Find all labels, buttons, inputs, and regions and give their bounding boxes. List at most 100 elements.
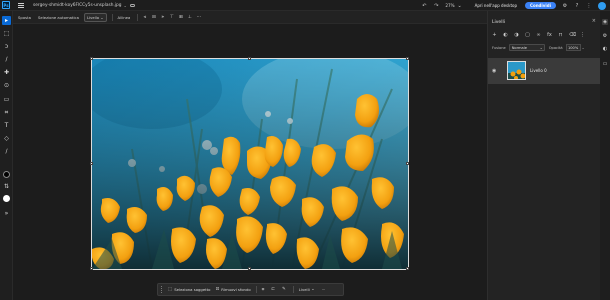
options-bar: Sposta Selezione automatica Livello ⌄ Al…	[13, 11, 487, 24]
foreground-color-swatch[interactable]	[3, 171, 10, 178]
auto-select-option[interactable]: Selezione automatica	[36, 14, 81, 21]
divider	[255, 286, 257, 293]
lock-icon[interactable]: ⊓	[558, 32, 563, 38]
select-subject-label: Seleziona soggetto	[174, 287, 211, 292]
divider	[292, 286, 294, 293]
layer-row[interactable]: ◉ Livello 0	[488, 58, 600, 84]
contextual-task-bar: ⬚ Seleziona soggetto ⊡ Rimuovi sfondo ⌗ ⊏ …	[157, 283, 344, 296]
type-icon[interactable]: T	[2, 121, 11, 130]
transform-handle[interactable]	[406, 57, 409, 60]
properties-icon[interactable]: ⚙	[602, 33, 608, 39]
photoshop-logo[interactable]: Ps	[2, 1, 10, 9]
redo-icon[interactable]: ↷	[433, 3, 439, 9]
group-icon[interactable]: ▢	[525, 32, 530, 38]
transform-handle[interactable]	[90, 267, 93, 270]
opacity-label: Opacità	[548, 45, 563, 50]
shape-icon[interactable]: ◇	[2, 134, 11, 143]
adjustment-layer-icon[interactable]: ◑	[514, 32, 519, 38]
move-option[interactable]: Sposta	[16, 14, 33, 21]
eyedropper-icon[interactable]: ∕	[2, 147, 11, 156]
align-option[interactable]: Allinea	[116, 14, 133, 21]
share-button[interactable]: Condividi	[525, 2, 556, 9]
layer-name[interactable]: Livello 0	[530, 68, 547, 73]
transform-button[interactable]: ⌗	[262, 287, 267, 293]
remove-background-button[interactable]: ⊡ Rimuovi sfondo	[215, 287, 250, 292]
zoom-level[interactable]: 27%	[445, 3, 454, 8]
cloud-icon	[129, 3, 135, 7]
top-right-controls: ↶ ↷ 27% ⌄ Apri nell'app desktop Condivid…	[421, 0, 610, 11]
canvas-area	[13, 24, 487, 300]
crop-icon: ⊏	[271, 287, 276, 292]
chevron-down-icon: ⌄	[310, 287, 315, 292]
divider	[137, 13, 139, 21]
link-icon[interactable]: ∞	[536, 32, 541, 38]
layers-panel: Livelli × + ◐ ◑ ▢ ∞ fx ⊓ ⌫ ⋮ Fusione Nor…	[487, 11, 600, 300]
menu-icon[interactable]	[18, 2, 24, 8]
crop-button[interactable]: ⊏	[271, 287, 277, 292]
remove-background-icon: ⊡	[215, 287, 220, 292]
effects-icon[interactable]: fx	[547, 32, 552, 38]
visibility-icon[interactable]: ◉	[492, 68, 496, 74]
blend-mode-select[interactable]: Normale ⌄	[508, 44, 545, 51]
more-options-icon[interactable]: ···	[196, 15, 201, 20]
chevron-down-icon[interactable]: ⌄	[582, 46, 585, 50]
transform-handle[interactable]	[406, 267, 409, 270]
eraser-icon[interactable]: ▭	[2, 95, 11, 104]
more-icon[interactable]: ⋮	[580, 32, 585, 38]
adjustments-icon[interactable]: ◐	[602, 46, 608, 52]
more-tools-icon[interactable]: »	[2, 209, 11, 218]
blend-label: Fusione	[492, 45, 506, 50]
open-desktop-button[interactable]: Apri nell'app desktop	[475, 3, 517, 8]
generative-fill-button[interactable]: ✎	[282, 287, 288, 292]
align-left-icon[interactable]: ⫷	[142, 14, 147, 20]
close-icon[interactable]: ×	[592, 18, 596, 24]
clone-icon[interactable]: ⊙	[2, 81, 11, 90]
heal-icon[interactable]: ✚	[2, 68, 11, 77]
document-image[interactable]	[91, 58, 409, 270]
align-middle-icon[interactable]: ⊞	[178, 15, 183, 20]
transform-handle[interactable]	[248, 267, 251, 270]
move-icon[interactable]: ▸	[2, 16, 11, 25]
select-icon[interactable]: ⬚	[2, 29, 11, 38]
align-right-icon[interactable]: ⫸	[160, 14, 165, 20]
apps-grid-icon[interactable]: ⋮	[586, 3, 592, 9]
comments-icon[interactable]: ▭	[602, 61, 608, 67]
transform-handle[interactable]	[406, 162, 409, 165]
settings-icon[interactable]: ⚙	[562, 3, 568, 9]
select-subject-button[interactable]: ⬚ Seleziona soggetto	[168, 287, 210, 292]
blend-mode-value: Normale	[511, 45, 527, 50]
chevron-down-icon[interactable]: ⌄	[457, 3, 463, 9]
background-color-swatch[interactable]	[3, 195, 10, 202]
align-bottom-icon[interactable]: ⊥	[187, 15, 192, 20]
layer-dropdown[interactable]: Livello ⌄	[83, 12, 107, 22]
swap-colors-icon[interactable]: ⇅	[2, 182, 11, 191]
avatar[interactable]	[598, 1, 606, 10]
generative-fill-icon: ✎	[282, 287, 286, 292]
align-center-icon[interactable]: ⊟	[151, 15, 156, 20]
opacity-input[interactable]: 100%	[565, 44, 581, 51]
brush-icon[interactable]: ∕	[2, 55, 11, 64]
layer-actions: + ◐ ◑ ▢ ∞ fx ⊓ ⌫ ⋮	[492, 32, 591, 38]
help-icon[interactable]: ?	[574, 3, 580, 9]
layer-dropdown-label: Livello	[86, 14, 100, 20]
transform-handle[interactable]	[248, 57, 251, 60]
document-title[interactable]: sergey-shmidt-koy6FlCCy5s-unsplash.jpg	[33, 3, 121, 8]
add-layer-icon[interactable]: +	[492, 32, 497, 38]
layers-icon[interactable]: ◈	[602, 19, 608, 25]
more-button[interactable]: ···	[322, 287, 326, 292]
chevron-down-icon[interactable]: ⌄	[123, 3, 126, 8]
layer-mask-icon[interactable]: ◐	[503, 32, 508, 38]
adjustments-button[interactable]: Livelli ⌄	[299, 287, 317, 292]
delete-icon[interactable]: ⌫	[569, 32, 576, 38]
flower-photo	[92, 59, 408, 269]
undo-icon[interactable]: ↶	[421, 3, 427, 9]
transform-handle[interactable]	[90, 162, 93, 165]
chevron-down-icon: ⌄	[539, 45, 543, 50]
align-top-icon[interactable]: ⊤	[169, 15, 174, 20]
blend-controls: Fusione Normale ⌄ Opacità 100% ⌄	[492, 44, 585, 51]
drag-handle[interactable]	[161, 286, 163, 293]
transform-handle[interactable]	[90, 57, 93, 60]
lasso-icon[interactable]: ↄ	[2, 42, 11, 51]
crop-icon[interactable]: ⌗	[2, 108, 11, 117]
transform-icon: ⌗	[261, 287, 265, 293]
